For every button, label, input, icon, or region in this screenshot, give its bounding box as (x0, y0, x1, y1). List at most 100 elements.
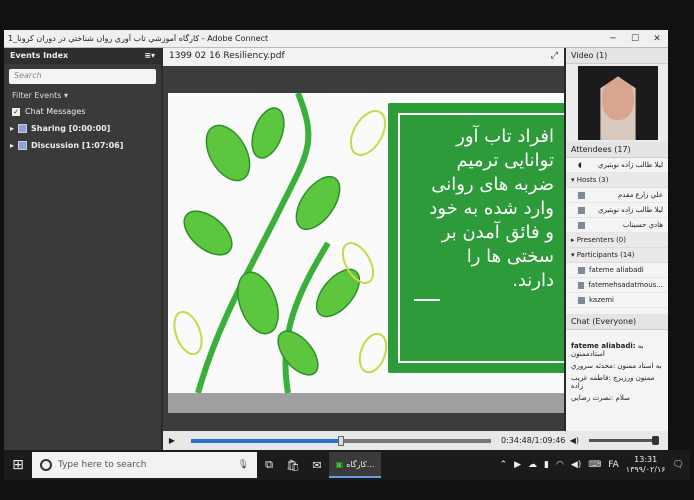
events-index-header: Events Index ≡▾ (4, 48, 161, 64)
slide-line: وارد شده به خود (429, 198, 554, 219)
events-index-panel: Events Index ≡▾ Search Filter Events ▾ ✓… (4, 48, 161, 450)
participant-name: fateme aliabadi (589, 266, 644, 274)
participant-item[interactable]: fatemehsadatmous... (566, 278, 668, 293)
attendees-title: Attendees (571, 145, 612, 154)
speaker-icon: ◖ (578, 161, 582, 169)
playback-time: 0:34:48/1:09:46 (501, 436, 566, 445)
chat-message: سلام :نصرت رضايي (566, 392, 668, 404)
participants-label: Participants (14) (576, 251, 635, 259)
host-item[interactable]: علي زارع مقدم (566, 188, 668, 203)
adobe-connect-window: كارگاه آموزشي تاب آوري روان شناختي در دو… (4, 30, 668, 450)
chat-message: ممنون ورزیرچ :فاطمه غريب زاده (566, 372, 668, 392)
chat-pod-header: Chat (Everyone) (566, 314, 668, 330)
user-icon (578, 296, 585, 304)
host-item[interactable]: ليلا طالب زاده نوبتيري (566, 203, 668, 218)
window-title: كارگاه آموزشي تاب آوري روان شناختي در دو… (8, 34, 269, 43)
close-icon[interactable]: ✕ (646, 34, 668, 44)
system-tray: ⌃ ▶ ☁ ▮ ◠ ◀) ⌨ FA 13:31 ۱۳۹۹/۰۲/۱۶ 🗨 (500, 455, 690, 475)
participants-group-header[interactable]: ▾ Participants (14) (566, 248, 668, 263)
chat-text: به استاد ممنون :محدثه سروري (571, 362, 662, 370)
attendees-count: (17) (614, 145, 631, 154)
mail-icon[interactable]: ✉ (305, 459, 329, 472)
slide-text: افراد تاب آور توانایی ترمیم ضربه های روا… (414, 125, 554, 301)
taskbar-app-adobe-connect[interactable]: ▣ كارگاه... (329, 452, 381, 478)
minimize-icon[interactable]: ─ (602, 34, 624, 44)
presenters-label: Presenters (0) (576, 236, 626, 244)
attendee-name: ليلا طالب زاده نوبتيري (598, 161, 663, 169)
keyboard-icon[interactable]: ⌨ (588, 460, 601, 470)
video-count: (1) (595, 51, 608, 60)
events-index-title: Events Index (10, 51, 69, 60)
share-pod: 1399 02 16 Resiliency.pdf ⤢ افراد تاب آو… (163, 48, 564, 450)
attendees-pod-header: Attendees (17) (566, 142, 668, 158)
cloud-icon[interactable]: ☁ (528, 460, 537, 470)
attendee-presenter[interactable]: ◖ ليلا طالب زاده نوبتيري (566, 158, 668, 173)
notifications-icon[interactable]: 🗨 (673, 460, 684, 470)
slide-line: افراد تاب آور (456, 126, 554, 147)
play-icon[interactable]: ▶ (163, 436, 181, 445)
slide-line: دارند. (512, 270, 554, 291)
camera-icon[interactable]: ▶ (514, 460, 521, 470)
maximize-icon[interactable]: ☐ (624, 34, 646, 44)
playback-bar: ▶ 0:34:48/1:09:46 ◀) (163, 431, 668, 450)
user-icon (578, 206, 585, 214)
volume-slider[interactable] (589, 436, 660, 445)
keyboard-language[interactable]: FA (608, 460, 619, 470)
title-bar: كارگاه آموزشي تاب آوري روان شناختي در دو… (4, 30, 668, 48)
host-item[interactable]: هادي حسيناب (566, 218, 668, 233)
hosts-group-header[interactable]: ▾ Hosts (3) (566, 173, 668, 188)
chat-text: سلام :نصرت رضايي (571, 394, 630, 402)
participant-item[interactable]: fateme aliabadi (566, 263, 668, 278)
windows-start-icon[interactable]: ⊞ (4, 457, 32, 473)
expand-arrow-icon[interactable]: ▸ (10, 124, 14, 133)
chat-author: fateme aliabadi: (571, 342, 636, 350)
event-row-sharing[interactable]: ▸ Sharing [0:00:00] (4, 120, 161, 137)
slide-line: توانایی ترمیم (456, 150, 554, 171)
event-row-discussion[interactable]: ▸ Discussion [1:07:06] (4, 137, 161, 154)
chat-messages-checkbox[interactable]: ✓ Chat Messages (4, 103, 161, 120)
checkbox-check-icon[interactable]: ✓ (12, 107, 20, 116)
chat-messages-label: Chat Messages (25, 107, 86, 116)
volume-icon[interactable]: ◀) (565, 436, 583, 445)
clock-date: ۱۳۹۹/۰۲/۱۶ (625, 465, 666, 474)
filter-events-dropdown[interactable]: Filter Events ▾ (4, 88, 161, 103)
chat-message: fateme aliabadi: به استادممنون (566, 340, 668, 360)
battery-icon[interactable]: ▮ (544, 460, 549, 470)
slide-footer-band (168, 393, 564, 413)
panel-menu-icon[interactable]: ≡▾ (144, 51, 155, 61)
events-search-input[interactable]: Search (9, 69, 156, 84)
fullscreen-icon[interactable]: ⤢ (551, 51, 558, 63)
playback-scrubber[interactable] (191, 435, 491, 446)
taskbar-search-box[interactable]: Type here to search 🎙 (32, 452, 257, 478)
slide-text-border: افراد تاب آور توانایی ترمیم ضربه های روا… (398, 113, 564, 363)
tray-chevron-icon[interactable]: ⌃ (500, 460, 508, 470)
sharing-pod-icon (18, 124, 28, 133)
host-name: علي زارع مقدم (618, 191, 663, 199)
playback-handle[interactable] (338, 435, 344, 446)
event-label: Sharing [0:00:00] (31, 124, 111, 133)
app-icon: ▣ (335, 459, 344, 469)
cortana-circle-icon (40, 459, 52, 471)
participant-name: kazemi (589, 296, 614, 304)
chat-scope: (Everyone) (592, 317, 637, 326)
microphone-icon[interactable]: 🎙 (238, 460, 249, 470)
task-view-icon[interactable]: ⧉ (257, 458, 281, 472)
expand-arrow-icon[interactable]: ▸ (10, 141, 14, 150)
volume-tray-icon[interactable]: ◀) (571, 460, 581, 470)
user-icon (578, 281, 585, 289)
video-pod-header: Video (1) (566, 48, 668, 64)
share-pod-header: 1399 02 16 Resiliency.pdf ⤢ (163, 48, 564, 66)
user-icon (578, 266, 585, 274)
wifi-icon[interactable]: ◠ (556, 460, 564, 470)
slide-line: و فائق آمدن بر (441, 222, 554, 243)
discussion-pod-icon (18, 141, 28, 150)
volume-handle[interactable] (652, 436, 660, 445)
slide-line: ضربه های روانی (431, 174, 554, 195)
right-panel: Video (1) Attendees (17) ◖ ليلا طالب زاد… (566, 48, 668, 431)
taskbar-clock[interactable]: 13:31 ۱۳۹۹/۰۲/۱۶ (626, 455, 666, 475)
participant-item[interactable]: kazemi (566, 293, 668, 308)
user-icon (578, 191, 585, 199)
presenters-group-header[interactable]: ▸ Presenters (0) (566, 233, 668, 248)
store-icon[interactable]: 🛍 (281, 459, 305, 472)
clock-time: 13:31 (634, 455, 658, 464)
